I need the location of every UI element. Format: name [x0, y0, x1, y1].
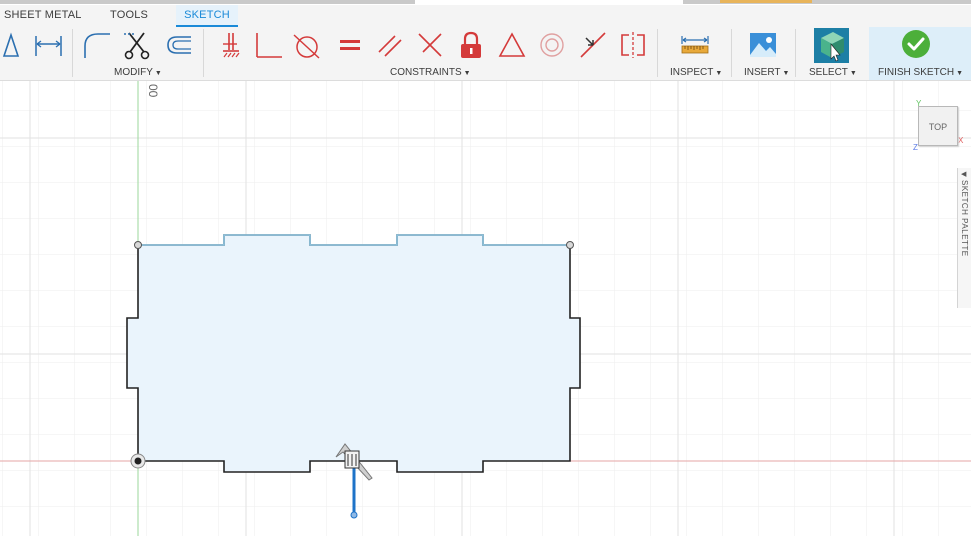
toolbar-separator	[731, 29, 732, 77]
measure-icon[interactable]	[680, 30, 710, 60]
sketch-profile[interactable]	[126, 234, 581, 473]
sketch-palette-label: SKETCH PALETTE	[960, 180, 969, 257]
toolbar-separator	[795, 29, 796, 77]
workspace-tabs: SHEET METAL TOOLS SKETCH	[0, 5, 971, 27]
inspect-menu[interactable]: INSPECT ▼	[670, 67, 722, 78]
equal-icon[interactable]	[335, 30, 365, 60]
triangle-icon[interactable]	[0, 30, 24, 60]
insert-menu-label: INSERT	[744, 67, 781, 78]
chevron-down-icon: ▼	[715, 70, 723, 77]
top-strip-accent	[720, 0, 812, 3]
sketch-palette-tab[interactable]: ◀ SKETCH PALETTE	[957, 168, 971, 308]
toolbar-separator	[657, 29, 658, 77]
select-menu-label: SELECT	[809, 67, 848, 78]
origin-point[interactable]	[130, 453, 146, 469]
constraints-menu-label: CONSTRAINTS	[390, 67, 462, 78]
chevron-down-icon: ▼	[956, 70, 964, 77]
toolbar-separator	[72, 29, 73, 77]
inspect-menu-label: INSPECT	[670, 67, 714, 78]
modify-menu-label: MODIFY	[114, 67, 153, 78]
top-strip-segment	[0, 0, 415, 4]
viewcube-axis-x: X	[958, 136, 964, 145]
finish-sketch-menu[interactable]: FINISH SKETCH ▼	[878, 67, 963, 78]
lock-icon[interactable]	[456, 30, 486, 60]
coincident-x-icon[interactable]	[415, 30, 445, 60]
fix-constraint-icon[interactable]	[215, 30, 245, 60]
tab-sketch[interactable]: SKETCH	[176, 5, 238, 27]
sketch-point[interactable]	[134, 241, 142, 249]
midpoint-icon[interactable]	[578, 30, 608, 60]
toolbar-separator	[203, 29, 204, 77]
insert-menu[interactable]: INSERT ▼	[744, 67, 789, 78]
select-menu[interactable]: SELECT ▼	[809, 67, 857, 78]
insert-image-icon[interactable]	[748, 30, 778, 60]
finish-sketch-menu-label: FINISH SKETCH	[878, 67, 955, 78]
sketch-toolbar: MODIFY ▼ CONSTRAINTS ▼ INSPECT ▼ INSERT ▼ SE…	[0, 27, 971, 81]
chevron-down-icon: ▼	[849, 70, 857, 77]
chevron-down-icon: ▼	[154, 70, 162, 77]
tab-sheet-metal[interactable]: SHEET METAL	[4, 5, 82, 27]
viewcube[interactable]: TOP	[918, 106, 958, 146]
perpendicular-icon[interactable]	[254, 30, 284, 60]
chevron-down-icon: ▼	[782, 70, 790, 77]
modify-menu[interactable]: MODIFY ▼	[114, 67, 162, 78]
constraints-menu[interactable]: CONSTRAINTS ▼	[390, 67, 471, 78]
select-icon[interactable]	[814, 28, 849, 63]
expand-arrow-icon: ◀	[961, 171, 967, 178]
tangent-icon[interactable]	[292, 30, 322, 60]
symmetry-icon[interactable]	[618, 30, 648, 60]
sketch-canvas[interactable]: 00 50 Y X Z	[0, 81, 971, 536]
sketch-viewport[interactable]: 00 50	[0, 81, 971, 536]
ruler-label-top: 00	[146, 84, 160, 98]
triangle-constraint-icon[interactable]	[497, 30, 527, 60]
parallel-icon[interactable]	[375, 30, 405, 60]
offset-icon[interactable]	[163, 30, 193, 60]
sketch-point[interactable]	[566, 241, 574, 249]
tab-tools[interactable]: TOOLS	[110, 5, 148, 27]
concentric-icon[interactable]	[537, 30, 567, 60]
finish-sketch-check-icon[interactable]	[901, 29, 931, 59]
chevron-down-icon: ▼	[463, 70, 471, 77]
fillet-icon[interactable]	[82, 30, 112, 60]
dimension-icon[interactable]	[33, 30, 63, 60]
trim-scissors-icon[interactable]	[122, 30, 152, 60]
